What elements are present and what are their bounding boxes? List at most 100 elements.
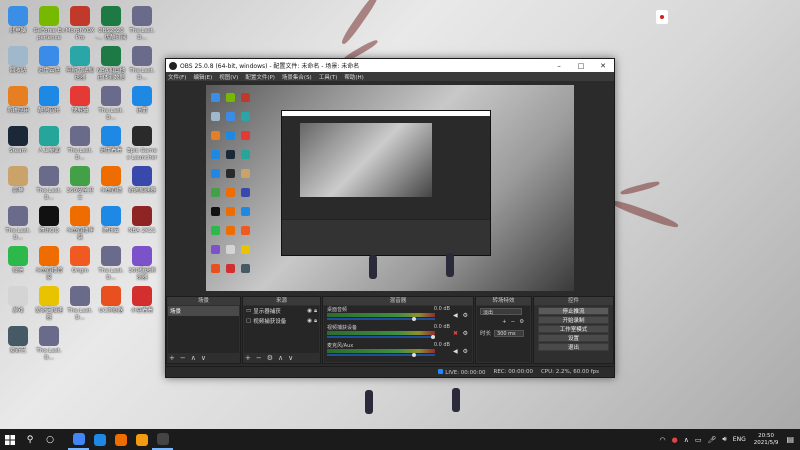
desktop-icon[interactable]: GeForce Experience: [33, 6, 65, 41]
stop-streaming-button[interactable]: 停止推流: [538, 307, 609, 315]
menu-edit[interactable]: 编辑(E): [193, 73, 212, 81]
taskbar-app[interactable]: [110, 429, 131, 450]
remove-transition-icon[interactable]: −: [511, 319, 516, 325]
desktop-icon[interactable]: The.Last.D...: [126, 6, 158, 41]
eye-icon[interactable]: ◉: [307, 318, 312, 324]
search-icon[interactable]: ⚲: [20, 429, 40, 450]
menu-profile[interactable]: 配置文件(P): [245, 73, 275, 81]
volume-fader[interactable]: [327, 318, 435, 320]
add-source-icon[interactable]: +: [245, 354, 251, 362]
desktop-icon[interactable]: 腾讯QQ: [33, 206, 65, 235]
desktop-icon[interactable]: 斗鱼直播伴侣: [64, 206, 96, 241]
notification-icon[interactable]: ▤: [786, 435, 794, 444]
desktop-icon[interactable]: 腾讯云: [95, 206, 127, 235]
maximize-icon[interactable]: □: [570, 62, 592, 70]
obs-preview[interactable]: [206, 85, 574, 291]
desktop-icon[interactable]: OBS2020-... 优酷订阅: [95, 6, 127, 41]
desktop-icon[interactable]: The.Last.D...: [126, 46, 158, 81]
speaker-icon[interactable]: ◀: [453, 313, 459, 319]
remove-source-icon[interactable]: −: [256, 354, 262, 362]
desktop-icon[interactable]: 360极速浏览器: [126, 246, 158, 281]
obs-titlebar[interactable]: OBS 25.0.8 (64-bit, windows) - 配置文件: 未命名…: [166, 59, 614, 72]
duration-input[interactable]: 300 ms: [494, 329, 525, 337]
desktop-icon[interactable]: 阿斯力法加速器: [64, 46, 96, 81]
scene-item[interactable]: 场景: [168, 306, 239, 316]
start-button[interactable]: [0, 429, 20, 450]
menu-help[interactable]: 帮助(H): [344, 73, 363, 81]
lock-icon[interactable]: 🔒︎: [314, 318, 317, 325]
volume-fader[interactable]: [327, 336, 435, 338]
taskbar-app[interactable]: [131, 429, 152, 450]
source-down-icon[interactable]: ∨: [288, 354, 293, 362]
wifi-icon[interactable]: ◠: [660, 436, 666, 444]
settings-button[interactable]: 设置: [538, 334, 609, 342]
scene-down-icon[interactable]: ∨: [201, 354, 206, 362]
desktop-icon[interactable]: 酷狗音乐: [33, 86, 65, 115]
menu-file[interactable]: 文件(F): [168, 73, 186, 81]
volume-fader[interactable]: [327, 354, 435, 356]
desktop-icon[interactable]: NBA和其他 正体测数据: [95, 46, 127, 81]
desktop-icon[interactable]: 人工桌面: [33, 126, 65, 155]
gear-icon[interactable]: ⚙: [463, 313, 468, 319]
desktop-icon[interactable]: 360安全卫士: [64, 166, 96, 201]
desktop-icon[interactable]: 斗鱼直播管家: [33, 246, 65, 281]
taskbar-app[interactable]: [89, 429, 110, 450]
close-icon[interactable]: ✕: [592, 62, 614, 70]
clock[interactable]: 20:50 2021/5/9: [754, 433, 779, 447]
menu-scene-collection[interactable]: 场景集合(S): [282, 73, 312, 81]
add-transition-icon[interactable]: +: [502, 319, 507, 325]
speaker-icon[interactable]: ◀: [453, 349, 459, 355]
desktop-icon[interactable]: 爱奇艺: [2, 326, 34, 355]
desktop-icon[interactable]: 回收站: [2, 46, 34, 75]
menu-view[interactable]: 视图(V): [219, 73, 238, 81]
desktop-icon[interactable]: 迅雷看看: [95, 126, 127, 155]
desktop-icon[interactable]: 迅雷: [126, 86, 158, 115]
studio-mode-button[interactable]: 工作室模式: [538, 325, 609, 333]
minimize-icon[interactable]: –: [548, 62, 570, 70]
lock-icon[interactable]: 🔒︎: [314, 308, 317, 315]
desktop-icon[interactable]: 斗鱼直播: [95, 166, 127, 195]
volume-fader-handle[interactable]: [431, 335, 435, 339]
desktop-icon[interactable]: 奇迹加速器: [126, 166, 158, 195]
volume-fader-handle[interactable]: [412, 353, 417, 357]
volume-icon[interactable]: 🔊︎: [722, 435, 726, 444]
taskbar-app[interactable]: [152, 429, 173, 450]
remove-scene-icon[interactable]: −: [180, 354, 186, 362]
desktop-icon[interactable]: The.Last.D...: [33, 166, 65, 201]
desktop-icon[interactable]: 迅雷云盘: [33, 46, 65, 75]
desktop-icon[interactable]: The.Last.D...: [95, 86, 127, 121]
eye-icon[interactable]: ◉: [307, 308, 312, 314]
desktop-icon[interactable]: 原神: [2, 166, 34, 195]
desktop-icon[interactable]: The.Last.D...: [64, 126, 96, 161]
start-recording-button[interactable]: 开始录制: [538, 316, 609, 324]
desktop-icon[interactable]: NBA 2K21: [126, 206, 158, 235]
show-hidden-icon[interactable]: ∧: [684, 436, 689, 444]
add-scene-icon[interactable]: +: [169, 354, 175, 362]
microphone-icon[interactable]: 🎤︎: [707, 436, 716, 444]
obs-window[interactable]: OBS 25.0.8 (64-bit, windows) - 配置文件: 未命名…: [165, 58, 615, 378]
source-item[interactable]: ▭ 显示器捕获 ◉ 🔒︎: [244, 306, 319, 316]
transition-select[interactable]: 淡出: [480, 308, 522, 316]
desktop-icon[interactable]: 快剪辑: [64, 86, 96, 115]
exit-button[interactable]: 退出: [538, 343, 609, 351]
desktop-icon[interactable]: Steam: [2, 126, 34, 155]
menu-tools[interactable]: 工具(T): [319, 73, 338, 81]
desktop-icon[interactable]: 微信: [2, 246, 34, 275]
network-icon[interactable]: ●: [672, 436, 678, 444]
battery-icon[interactable]: ▭: [695, 436, 702, 444]
language-indicator[interactable]: ENG: [733, 436, 746, 443]
gear-icon[interactable]: ⚙: [463, 349, 468, 355]
desktop-icon[interactable]: The.Last.D...: [64, 286, 96, 321]
muted-icon[interactable]: ✖: [453, 331, 459, 337]
desktop-icon[interactable]: MorphVOX Pro: [64, 6, 96, 41]
desktop-icon[interactable]: 爱奇艺加速器: [33, 286, 65, 321]
desktop-icon[interactable]: UC浏览器: [95, 286, 127, 315]
desktop-icon[interactable]: 小豆看看: [126, 286, 158, 315]
desktop-icon[interactable]: 游戏: [2, 286, 34, 315]
desktop-icon[interactable]: The.Last.D...: [95, 246, 127, 281]
desktop-icon[interactable]: Origin: [64, 246, 96, 275]
transition-settings-icon[interactable]: ⚙: [519, 319, 524, 325]
scene-up-icon[interactable]: ∧: [191, 354, 196, 362]
desktop-icon[interactable]: Epic Games Launcher: [126, 126, 158, 161]
task-view-icon[interactable]: ○: [40, 429, 60, 450]
